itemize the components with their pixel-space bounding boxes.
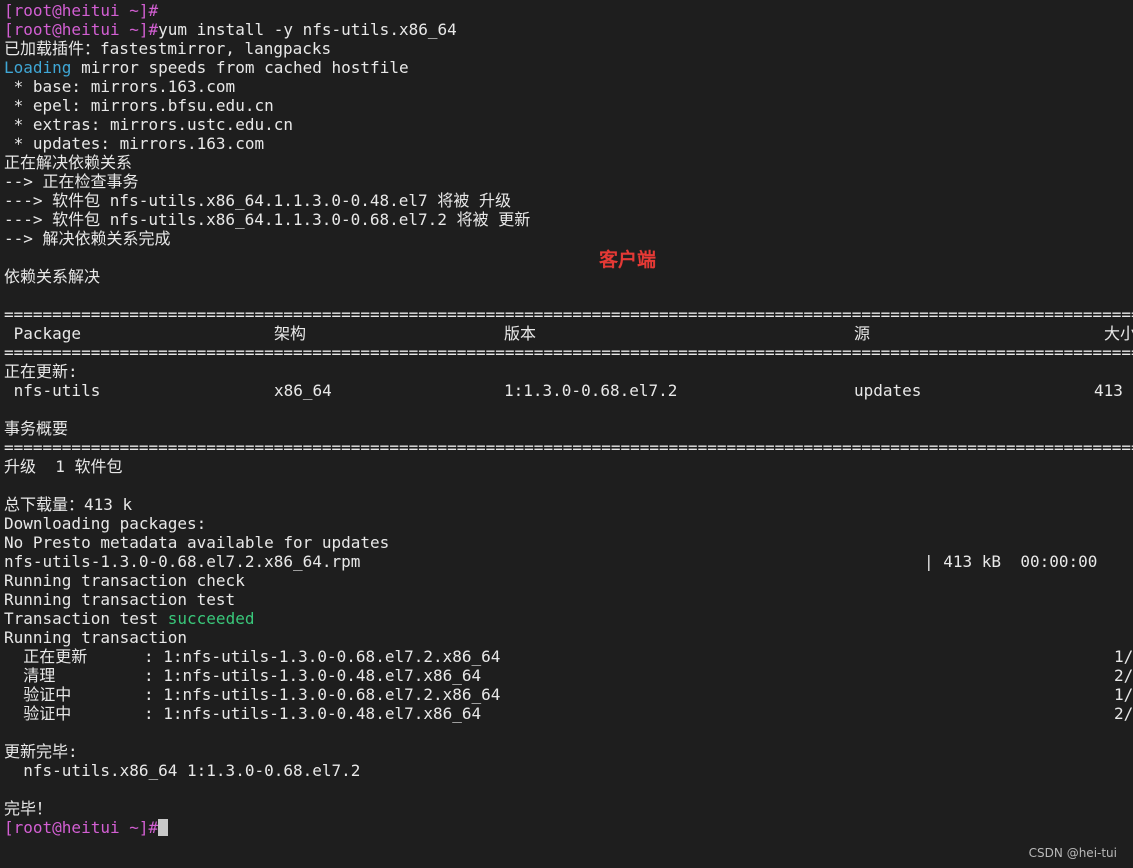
terminal-line: * base: mirrors.163.com bbox=[4, 77, 236, 96]
terminal-text: Running transaction bbox=[4, 628, 188, 647]
terminal-line: No Presto metadata available for updates bbox=[4, 533, 389, 552]
step-package: : 1:nfs-utils-1.3.0-0.48.el7.x86_64 bbox=[144, 666, 482, 685]
terminal-text: * base: mirrors.163.com bbox=[4, 77, 236, 96]
row-version: 1:1.3.0-0.68.el7.2 bbox=[504, 381, 678, 400]
header-repo: 源 bbox=[854, 324, 871, 343]
table-row: nfs-utils x86_64 1:1.3.0-0.68.el7.2 updates… bbox=[0, 381, 1133, 400]
row-repo: updates bbox=[854, 381, 922, 400]
terminal-line: [root@heitui ~]#yum install -y nfs-utils… bbox=[4, 20, 457, 39]
table-header: Package 架构 版本 源 大小 bbox=[0, 324, 1133, 343]
terminal-line: Running transaction bbox=[4, 628, 187, 647]
final-prompt-line: [root@heitui ~]# bbox=[4, 818, 169, 837]
step-count: 1/2 bbox=[1114, 685, 1133, 704]
separator-line: ========================================… bbox=[4, 438, 1133, 457]
shell-prompt: [root@heitui ~]# bbox=[4, 818, 159, 837]
terminal-text: 依赖关系解决 bbox=[4, 267, 101, 286]
transaction-step: 验证中 : 1:nfs-utils-1.3.0-0.48.el7.x86_64 2/… bbox=[0, 704, 1133, 723]
step-count: 1/2 bbox=[1114, 647, 1133, 666]
header-size: 大小 bbox=[1104, 324, 1133, 343]
step-package: : 1:nfs-utils-1.3.0-0.68.el7.2.x86_64 bbox=[144, 647, 501, 666]
row-size: 413 k bbox=[1094, 381, 1133, 400]
terminal-text: 正在解决依赖关系 bbox=[4, 153, 133, 172]
transaction-step: 正在更新 : 1:nfs-utils-1.3.0-0.68.el7.2.x86_6… bbox=[0, 647, 1133, 666]
terminal-text: Running transaction check bbox=[4, 571, 245, 590]
terminal-text: 升级 1 软件包 bbox=[4, 457, 123, 476]
terminal-text: 正在更新: bbox=[4, 362, 78, 381]
terminal-text: 完毕！ bbox=[4, 799, 53, 818]
terminal-line: 升级 1 软件包 bbox=[4, 457, 123, 476]
header-package: Package bbox=[4, 324, 82, 343]
transaction-step: 验证中 : 1:nfs-utils-1.3.0-0.68.el7.2.x86_64… bbox=[0, 685, 1133, 704]
terminal-text: * extras: mirrors.ustc.edu.cn bbox=[4, 115, 293, 134]
terminal-line: Running transaction check bbox=[4, 571, 245, 590]
step-action: 清理 bbox=[4, 666, 56, 685]
terminal-text: ---> 软件包 nfs-utils.x86_64.1.1.3.0-0.48.e… bbox=[4, 191, 511, 210]
client-annotation: 客户端 bbox=[599, 249, 657, 271]
terminal-line: Downloading packages: bbox=[4, 514, 206, 533]
step-count: 2/2 bbox=[1114, 666, 1133, 685]
step-action: 验证中 bbox=[4, 685, 72, 704]
terminal-text: yum install -y nfs-utils.x86_64 bbox=[158, 20, 457, 39]
terminal-text: ---> 软件包 nfs-utils.x86_64.1.1.3.0-0.68.e… bbox=[4, 210, 531, 229]
download-stats: | 413 kB 00:00:00 bbox=[924, 552, 1098, 571]
terminal-line: * updates: mirrors.163.com bbox=[4, 134, 264, 153]
terminal-line: ---> 软件包 nfs-utils.x86_64.1.1.3.0-0.48.e… bbox=[4, 191, 511, 210]
text-cursor[interactable] bbox=[158, 819, 169, 836]
terminal-line: 事务概要 bbox=[4, 419, 68, 438]
terminal-line: Loading mirror speeds from cached hostfi… bbox=[4, 58, 409, 77]
header-version: 版本 bbox=[504, 324, 537, 343]
step-package: : 1:nfs-utils-1.3.0-0.68.el7.2.x86_64 bbox=[144, 685, 501, 704]
step-action: 验证中 bbox=[4, 704, 72, 723]
transaction-step: 清理 : 1:nfs-utils-1.3.0-0.48.el7.x86_64 2/2 bbox=[0, 666, 1133, 685]
terminal-text: 更新完毕: bbox=[4, 742, 78, 761]
terminal-text: No Presto metadata available for updates bbox=[4, 533, 390, 552]
terminal-line: * extras: mirrors.ustc.edu.cn bbox=[4, 115, 293, 134]
terminal-line: 完毕！ bbox=[4, 799, 52, 818]
terminal-text: Running transaction test bbox=[4, 590, 236, 609]
shell-prompt: [root@heitui ~]# bbox=[4, 20, 159, 39]
terminal-text: --> 解决依赖关系完成 bbox=[4, 229, 171, 248]
terminal-text: nfs-utils.x86_64 1:1.3.0-0.68.el7.2 bbox=[4, 761, 361, 780]
terminal-text: 已加载插件：fastestmirror, langpacks bbox=[4, 39, 332, 58]
terminal-line: --> 正在检查事务 bbox=[4, 172, 139, 191]
terminal-line: 总下载量：413 k bbox=[4, 495, 132, 514]
terminal-text: --> 正在检查事务 bbox=[4, 172, 139, 191]
terminal-text: * updates: mirrors.163.com bbox=[4, 134, 265, 153]
download-progress-line: nfs-utils-1.3.0-0.68.el7.2.x86_64.rpm | 4… bbox=[0, 552, 1133, 571]
info-keyword: Loading bbox=[4, 58, 72, 77]
terminal-text: 事务概要 bbox=[4, 419, 69, 438]
download-file: nfs-utils-1.3.0-0.68.el7.2.x86_64.rpm bbox=[4, 552, 361, 571]
terminal-line: 正在解决依赖关系 bbox=[4, 153, 132, 172]
separator-line: ========================================… bbox=[4, 305, 1133, 324]
terminal-text: Transaction test bbox=[4, 609, 168, 628]
terminal-text: Downloading packages: bbox=[4, 514, 207, 533]
terminal-line: 依赖关系解决 bbox=[4, 267, 100, 286]
terminal-line: Transaction test succeeded bbox=[4, 609, 254, 628]
terminal-line: * epel: mirrors.bfsu.edu.cn bbox=[4, 96, 274, 115]
terminal-line: Running transaction test bbox=[4, 590, 235, 609]
row-arch: x86_64 bbox=[274, 381, 332, 400]
terminal-line: 正在更新: bbox=[4, 362, 78, 381]
terminal-output[interactable]: [root@heitui ~]# [root@heitui ~]#yum inst… bbox=[0, 1, 1133, 868]
terminal-line: ---> 软件包 nfs-utils.x86_64.1.1.3.0-0.68.e… bbox=[4, 210, 530, 229]
terminal-line: 已加载插件：fastestmirror, langpacks bbox=[4, 39, 331, 58]
separator-line: ========================================… bbox=[4, 343, 1133, 362]
terminal-line: --> 解决依赖关系完成 bbox=[4, 229, 171, 248]
terminal-text: * epel: mirrors.bfsu.edu.cn bbox=[4, 96, 274, 115]
terminal-text: 总下载量：413 k bbox=[4, 495, 133, 514]
terminal-line: nfs-utils.x86_64 1:1.3.0-0.68.el7.2 bbox=[4, 761, 360, 780]
terminal-text: mirror speeds from cached hostfile bbox=[71, 58, 409, 77]
terminal-line: 更新完毕: bbox=[4, 742, 78, 761]
step-count: 2/2 bbox=[1114, 704, 1133, 723]
success-keyword: succeeded bbox=[167, 609, 255, 628]
step-package: : 1:nfs-utils-1.3.0-0.48.el7.x86_64 bbox=[144, 704, 482, 723]
watermark: CSDN @hei-tui bbox=[1028, 846, 1117, 860]
step-action: 正在更新 bbox=[4, 647, 88, 666]
row-package: nfs-utils bbox=[4, 381, 101, 400]
shell-prompt: [root@heitui ~]# bbox=[4, 1, 159, 20]
header-arch: 架构 bbox=[274, 324, 307, 343]
terminal-line: [root@heitui ~]# bbox=[4, 1, 158, 20]
